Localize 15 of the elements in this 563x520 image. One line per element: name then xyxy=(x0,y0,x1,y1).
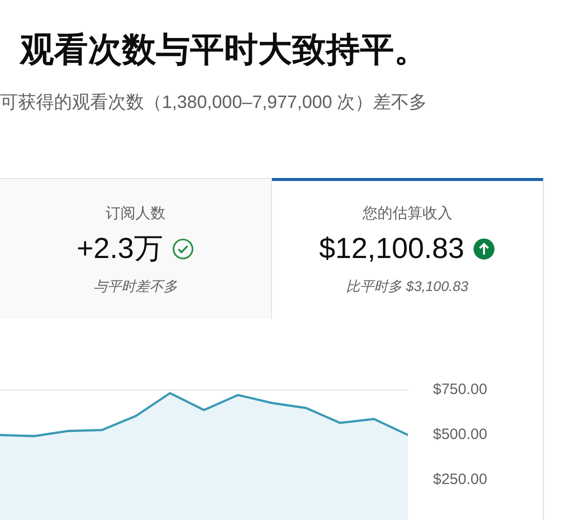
metric-value: +2.3万 xyxy=(76,232,163,266)
subtitle: 可获得的观看次数（1,380,000–7,977,000 次）差不多 xyxy=(0,91,428,113)
metric-card[interactable]: 您的估算收入 $12,100.83 比平时多 $3,100.83 xyxy=(272,178,543,318)
y-axis-label: $250.00 xyxy=(433,471,488,489)
metric-card[interactable]: 订阅人数 +2.3万 与平时差不多 xyxy=(0,179,272,319)
metric-value: $12,100.83 xyxy=(319,232,464,266)
metric-note: 比平时多 $3,100.83 xyxy=(346,278,468,296)
metric-label: 您的估算收入 xyxy=(362,205,452,223)
metric-label: 订阅人数 xyxy=(105,205,166,223)
arrow-up-icon xyxy=(473,238,496,260)
y-axis-label: $500.00 xyxy=(433,426,488,444)
check-circle-icon xyxy=(172,238,194,260)
metric-note: 与平时差不多 xyxy=(93,278,178,296)
y-axis-label: $750.00 xyxy=(433,381,488,399)
headline: 观看次数与平时大致持平。 xyxy=(18,30,429,71)
